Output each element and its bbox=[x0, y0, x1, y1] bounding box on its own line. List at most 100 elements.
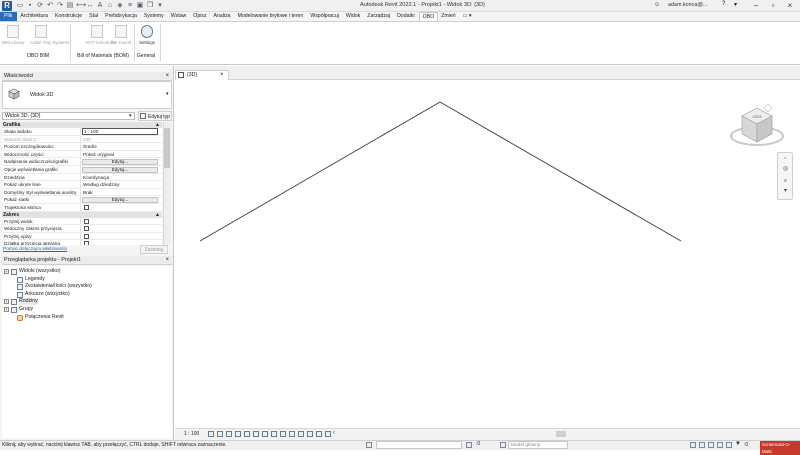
user-account[interactable]: adam.konca@... bbox=[668, 2, 707, 8]
tab-wstaw[interactable]: Wstaw bbox=[168, 12, 191, 21]
temporary-hide-icon[interactable] bbox=[280, 431, 286, 437]
type-dropdown-icon[interactable]: ▾ bbox=[166, 91, 169, 97]
detail-level-icon[interactable] bbox=[208, 431, 214, 437]
property-value[interactable]: Średni bbox=[81, 143, 162, 150]
restore-icon[interactable]: ▫ bbox=[765, 0, 781, 12]
view-scale[interactable]: 1 : 100 bbox=[184, 431, 199, 437]
reveal-hidden-icon[interactable] bbox=[289, 431, 295, 437]
customize-qat-icon[interactable]: ▾ bbox=[156, 2, 164, 10]
visual-style-icon[interactable] bbox=[217, 431, 223, 437]
view-instance-selector[interactable]: Widok 3D: {3D} bbox=[2, 112, 135, 120]
settings-button[interactable]: Settings bbox=[136, 25, 158, 45]
tree-expand-icon[interactable]: + bbox=[4, 299, 9, 305]
workset-selector[interactable] bbox=[376, 441, 462, 449]
main-model-selector[interactable]: Model główny bbox=[508, 441, 568, 449]
reveal-constraints-icon[interactable] bbox=[325, 431, 331, 437]
filter-icon[interactable]: ▼ bbox=[735, 441, 741, 447]
cable-tray-systems-button[interactable]: Cable Tray Systems bbox=[30, 25, 69, 45]
property-checkbox[interactable] bbox=[84, 241, 89, 245]
crop-region-icon[interactable] bbox=[262, 431, 268, 437]
property-value[interactable]: Pokaż oryginał bbox=[81, 151, 162, 158]
lock-3d-view-icon[interactable] bbox=[271, 431, 277, 437]
switch-windows-icon[interactable]: ❐ bbox=[146, 2, 154, 10]
tab-stal[interactable]: Stal bbox=[86, 12, 102, 21]
tree-node[interactable]: Grupy bbox=[19, 306, 33, 313]
bim-library-button[interactable]: BIM Library bbox=[2, 25, 24, 45]
property-checkbox[interactable] bbox=[84, 218, 89, 224]
navbar-close-icon[interactable]: ▫ bbox=[781, 155, 790, 164]
collapse-group-icon[interactable]: ▲ bbox=[155, 212, 160, 218]
tab-obo[interactable]: OBO bbox=[418, 12, 439, 21]
select-pinned-icon[interactable] bbox=[708, 442, 714, 448]
tab-systemy[interactable]: Systemy bbox=[141, 12, 168, 21]
property-input[interactable]: 1 : 100 bbox=[82, 128, 158, 135]
property-value-cell[interactable] bbox=[81, 204, 162, 211]
dimension-icon[interactable]: ↔ bbox=[86, 2, 94, 10]
tree-node[interactable]: Połączenia Revit bbox=[25, 314, 64, 321]
edit-property-button[interactable]: Edytuj... bbox=[82, 166, 158, 173]
properties-help-link[interactable]: Pomoc dotycząca właściwości bbox=[3, 247, 67, 252]
worksharing-display-icon[interactable] bbox=[298, 431, 304, 437]
drawing-canvas[interactable] bbox=[175, 81, 800, 428]
worksets-icon[interactable] bbox=[366, 442, 372, 448]
design-options-icon[interactable] bbox=[500, 442, 506, 448]
sun-path-icon[interactable] bbox=[226, 431, 232, 437]
analytical-model-icon[interactable] bbox=[307, 431, 313, 437]
select-underlay-icon[interactable] bbox=[699, 442, 705, 448]
render-icon[interactable] bbox=[244, 431, 250, 437]
tree-expand-icon[interactable]: + bbox=[4, 269, 9, 274]
vcb-more-icon[interactable]: ‹ bbox=[333, 430, 335, 436]
file-export-button[interactable]: File Export bbox=[110, 25, 132, 45]
minimize-icon[interactable]: – bbox=[748, 0, 764, 12]
property-value-cell[interactable]: Edytuj... bbox=[81, 158, 162, 165]
horizontal-scroll-thumb[interactable] bbox=[556, 431, 566, 437]
help-dropdown-icon[interactable]: ▾ bbox=[734, 1, 737, 8]
edit-property-button[interactable]: Edytuj... bbox=[82, 197, 158, 203]
type-selector[interactable] bbox=[2, 81, 172, 109]
collapse-group-icon[interactable]: ▲ bbox=[155, 122, 160, 128]
tree-expand-icon[interactable]: + bbox=[4, 307, 9, 312]
property-group-header[interactable]: Zakres ▲ bbox=[2, 211, 162, 218]
property-value[interactable]: Koordynacja bbox=[81, 174, 162, 181]
steering-wheel-icon[interactable]: ◎ bbox=[781, 165, 790, 174]
tag-icon[interactable]: A bbox=[96, 2, 104, 10]
properties-close-icon[interactable]: × bbox=[165, 72, 169, 81]
tree-node[interactable]: Rodziny bbox=[19, 298, 38, 306]
view-tab-close-icon[interactable]: × bbox=[220, 70, 224, 80]
property-value[interactable]: Według dziedziny bbox=[81, 181, 162, 188]
navbar-options-icon[interactable]: ▾ bbox=[781, 187, 790, 196]
thin-lines-icon[interactable]: ≡ bbox=[126, 2, 134, 10]
property-group-header[interactable]: Grafika ▲ bbox=[2, 122, 162, 128]
save-icon[interactable]: ▪ bbox=[26, 2, 34, 10]
properties-scroll-thumb[interactable] bbox=[164, 128, 170, 168]
edit-property-button[interactable]: Edytuj... bbox=[82, 159, 158, 165]
property-checkbox[interactable] bbox=[84, 204, 89, 210]
crop-view-icon[interactable] bbox=[253, 431, 259, 437]
property-value-cell[interactable] bbox=[81, 225, 162, 232]
property-checkbox[interactable] bbox=[84, 233, 89, 239]
property-value-cell[interactable]: Edytuj... bbox=[81, 196, 162, 203]
undo-icon[interactable]: ↶ bbox=[46, 2, 54, 10]
editing-requests-icon[interactable] bbox=[466, 442, 472, 448]
section-icon[interactable]: ◈ bbox=[116, 2, 124, 10]
tab-opisz[interactable]: Opisz bbox=[190, 12, 210, 21]
revit-logo-icon[interactable]: R bbox=[2, 1, 12, 11]
project-browser-close-icon[interactable]: × bbox=[165, 256, 169, 265]
property-value-cell[interactable] bbox=[81, 218, 162, 225]
tab-prefabrykacja[interactable]: Prefabrykacja bbox=[102, 12, 141, 21]
measure-icon[interactable]: ⟷ bbox=[76, 2, 86, 10]
view-selector-dropdown-icon[interactable]: ▾ bbox=[129, 112, 132, 120]
select-by-face-icon[interactable] bbox=[717, 442, 723, 448]
apply-button[interactable]: Zastosuj bbox=[140, 245, 168, 254]
close-hidden-icon[interactable]: ▣ bbox=[136, 2, 144, 10]
viewcube[interactable]: GÓRA bbox=[728, 102, 786, 152]
tab-analiza[interactable]: Analiza bbox=[211, 12, 235, 21]
open-icon[interactable]: ▭ bbox=[16, 2, 24, 10]
ribbon-minimize-icon[interactable]: ▭ ▾ bbox=[460, 12, 476, 21]
property-value-cell[interactable] bbox=[81, 233, 162, 240]
drag-elements-icon[interactable] bbox=[726, 442, 732, 448]
select-links-icon[interactable] bbox=[690, 442, 696, 448]
print-icon[interactable]: ▤ bbox=[66, 2, 74, 10]
tab-dodatki[interactable]: Dodatki bbox=[394, 12, 419, 21]
tab-konstrukcje[interactable]: Konstrukcje bbox=[52, 12, 86, 21]
